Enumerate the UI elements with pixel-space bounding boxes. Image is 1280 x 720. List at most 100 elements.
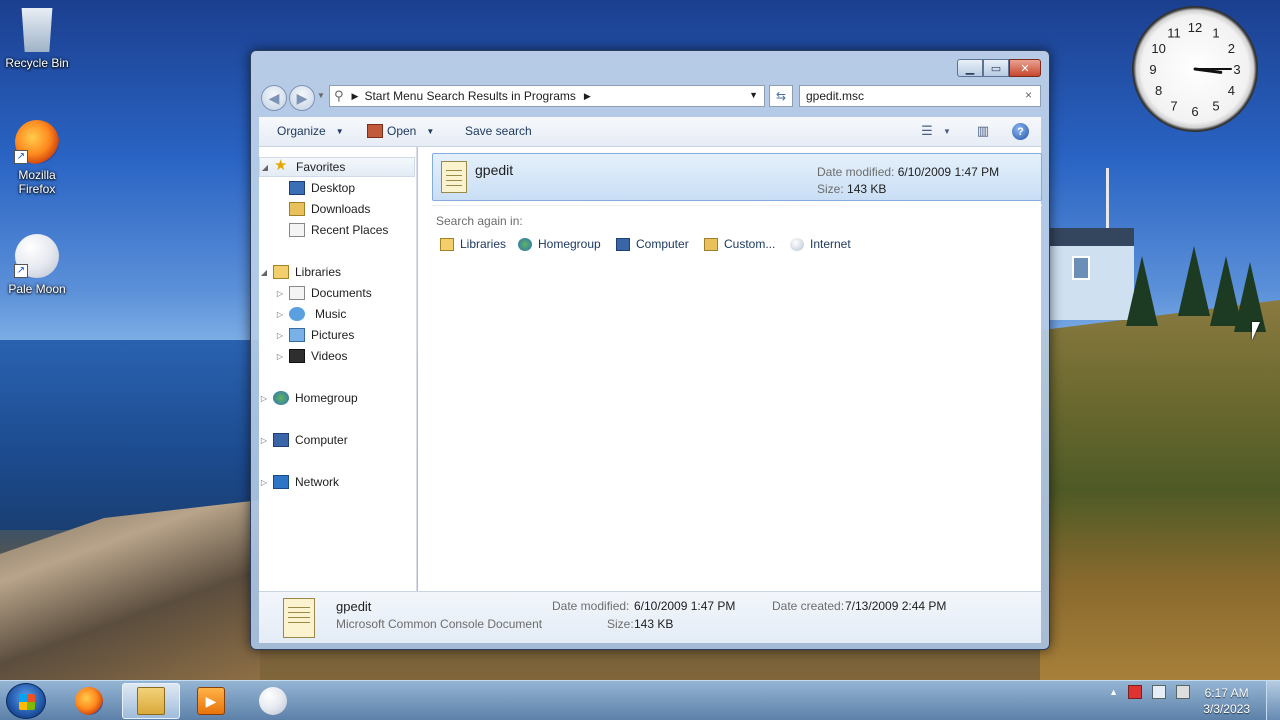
search-again-computer[interactable]: Computer bbox=[616, 237, 689, 251]
help-button[interactable]: ? bbox=[1012, 123, 1029, 140]
search-input[interactable] bbox=[799, 85, 1041, 107]
file-list: gpedit Date modified: 6/10/2009 1:47 PM … bbox=[418, 147, 1042, 591]
nav-item-computer[interactable]: ▷ Computer bbox=[259, 430, 348, 450]
preview-pane-icon: ▥ bbox=[976, 123, 990, 138]
chevron-down-icon: ▼ bbox=[335, 126, 344, 136]
network-status-icon[interactable] bbox=[1152, 685, 1166, 699]
result-size: Size: 143 KB bbox=[817, 182, 887, 196]
details-size-label: Size: bbox=[607, 617, 634, 631]
view-options-dropdown[interactable]: ▼ bbox=[937, 122, 957, 140]
search-again-libraries[interactable]: Libraries bbox=[440, 237, 506, 251]
save-search-button[interactable]: Save search bbox=[465, 124, 532, 138]
firefox-icon bbox=[75, 687, 103, 715]
clear-search-icon[interactable]: × bbox=[1025, 88, 1032, 102]
music-icon bbox=[289, 307, 305, 321]
show-desktop-button[interactable] bbox=[1266, 681, 1280, 720]
nav-item-recent-places[interactable]: Recent Places bbox=[289, 220, 388, 240]
navigation-bar: ◀ ▶ ▼ ⚲ ▶ Start Menu Search Results in P… bbox=[259, 83, 1041, 111]
expand-triangle-icon[interactable]: ▷ bbox=[275, 352, 285, 361]
desktop-icon-pale-moon[interactable]: ↗ Pale Moon bbox=[0, 234, 74, 296]
breadcrumb-search-results[interactable]: Start Menu Search Results in Programs bbox=[364, 89, 575, 103]
clock-numeral: 3 bbox=[1233, 62, 1240, 77]
open-button[interactable]: Open ▼ bbox=[367, 124, 434, 138]
address-dropdown-icon[interactable]: ▼ bbox=[749, 90, 758, 100]
expand-triangle-icon[interactable]: ▷ bbox=[259, 436, 269, 445]
navigation-pane: ◢ ★ Favorites Desktop Downloads Recent P… bbox=[259, 147, 417, 591]
collapse-triangle-icon[interactable]: ◢ bbox=[260, 163, 270, 172]
show-hidden-icons-icon[interactable]: ▲ bbox=[1109, 687, 1118, 697]
expand-triangle-icon[interactable]: ▷ bbox=[259, 478, 269, 487]
collapse-triangle-icon[interactable]: ◢ bbox=[259, 268, 269, 277]
search-again-homegroup[interactable]: Homegroup bbox=[518, 237, 601, 251]
breadcrumb-arrow-icon[interactable]: ▶ bbox=[352, 91, 359, 102]
taskbar-pale-moon[interactable] bbox=[244, 683, 302, 719]
details-type: Microsoft Common Console Document bbox=[336, 617, 543, 631]
address-bar[interactable]: ⚲ ▶ Start Menu Search Results in Program… bbox=[329, 85, 765, 107]
maximize-button[interactable]: ▭ bbox=[983, 59, 1009, 77]
recent-pages-dropdown[interactable]: ▼ bbox=[317, 91, 325, 100]
change-view-button[interactable]: ☰ bbox=[917, 122, 937, 140]
taskbar-firefox[interactable] bbox=[60, 683, 118, 719]
organize-button[interactable]: Organize ▼ bbox=[277, 124, 344, 138]
refresh-button[interactable]: ⇆ bbox=[769, 85, 793, 107]
tray-date: 3/3/2023 bbox=[1203, 702, 1250, 716]
desktop-icon-firefox[interactable]: ↗ Mozilla Firefox bbox=[0, 120, 74, 196]
help-icon: ? bbox=[1017, 125, 1024, 138]
search-again-custom[interactable]: Custom... bbox=[704, 237, 775, 251]
nav-label: Network bbox=[295, 475, 340, 489]
desktop-icon-label: Pale Moon bbox=[8, 282, 66, 296]
search-result-item[interactable]: gpedit Date modified: 6/10/2009 1:47 PM … bbox=[432, 153, 1042, 201]
clock-numeral: 4 bbox=[1228, 83, 1235, 98]
search-again-internet[interactable]: Internet bbox=[790, 237, 851, 251]
details-size: 143 KB bbox=[634, 617, 674, 631]
nav-label: Pictures bbox=[311, 328, 355, 342]
tray-clock[interactable]: 6:17 AM 3/3/2023 bbox=[1203, 685, 1250, 717]
pale-moon-icon bbox=[259, 687, 287, 715]
taskbar-explorer[interactable] bbox=[122, 683, 180, 719]
search-again-label: Search again in: bbox=[436, 214, 523, 228]
action-center-icon[interactable] bbox=[1128, 685, 1142, 699]
nav-item-videos[interactable]: ▷ Videos bbox=[275, 346, 347, 366]
desktop-icon-label: Recycle Bin bbox=[5, 56, 69, 70]
details-pane: gpedit Microsoft Common Console Document… bbox=[259, 591, 1041, 643]
nav-item-favorites[interactable]: ◢ ★ Favorites bbox=[259, 157, 415, 177]
expand-triangle-icon[interactable]: ▷ bbox=[275, 289, 285, 298]
desktop-wallpaper-house bbox=[1050, 228, 1134, 320]
start-button[interactable] bbox=[6, 683, 46, 719]
nav-item-downloads[interactable]: Downloads bbox=[289, 199, 370, 219]
expand-triangle-icon[interactable]: ▷ bbox=[275, 331, 285, 340]
nav-item-documents[interactable]: ▷ Documents bbox=[275, 283, 372, 303]
minimize-button[interactable]: ▁ bbox=[957, 59, 983, 77]
nav-item-homegroup[interactable]: ▷ Homegroup bbox=[259, 388, 358, 408]
back-arrow-icon: ◀ bbox=[268, 89, 280, 106]
nav-item-libraries[interactable]: ◢ Libraries bbox=[259, 262, 341, 282]
expand-triangle-icon[interactable]: ▷ bbox=[275, 310, 285, 319]
close-button[interactable]: ✕ bbox=[1009, 59, 1041, 77]
nav-item-pictures[interactable]: ▷ Pictures bbox=[275, 325, 354, 345]
documents-icon bbox=[289, 286, 305, 300]
expand-triangle-icon[interactable]: ▷ bbox=[259, 394, 269, 403]
chevron-down-icon: ▼ bbox=[426, 126, 435, 136]
details-name: gpedit bbox=[336, 599, 372, 614]
command-bar: Organize ▼ Open ▼ Save search ☰ ▼ ▥ ? bbox=[259, 117, 1041, 147]
preview-pane-button[interactable]: ▥ bbox=[973, 122, 993, 140]
downloads-folder-icon bbox=[289, 202, 305, 216]
nav-item-network[interactable]: ▷ Network bbox=[259, 472, 339, 492]
breadcrumb-arrow-icon[interactable]: ▶ bbox=[584, 91, 591, 102]
console-document-icon bbox=[283, 598, 315, 638]
clock-gadget[interactable]: 12 1 2 3 4 5 6 7 8 9 10 11 bbox=[1132, 6, 1258, 132]
system-tray: ▲ bbox=[1109, 685, 1190, 699]
internet-icon bbox=[790, 237, 804, 251]
nav-label: Homegroup bbox=[295, 391, 358, 405]
clock-numeral: 5 bbox=[1212, 98, 1219, 113]
back-button[interactable]: ◀ bbox=[261, 85, 287, 111]
recent-places-icon bbox=[289, 223, 305, 237]
volume-muted-icon[interactable] bbox=[1176, 685, 1190, 699]
forward-button[interactable]: ▶ bbox=[289, 85, 315, 111]
nav-item-desktop[interactable]: Desktop bbox=[289, 178, 355, 198]
forward-arrow-icon: ▶ bbox=[296, 89, 308, 106]
clock-numeral: 12 bbox=[1188, 20, 1202, 35]
desktop-icon-recycle-bin[interactable]: Recycle Bin bbox=[0, 8, 74, 70]
taskbar-media-player[interactable]: ▶ bbox=[182, 683, 240, 719]
nav-item-music[interactable]: ▷ Music bbox=[275, 304, 346, 324]
